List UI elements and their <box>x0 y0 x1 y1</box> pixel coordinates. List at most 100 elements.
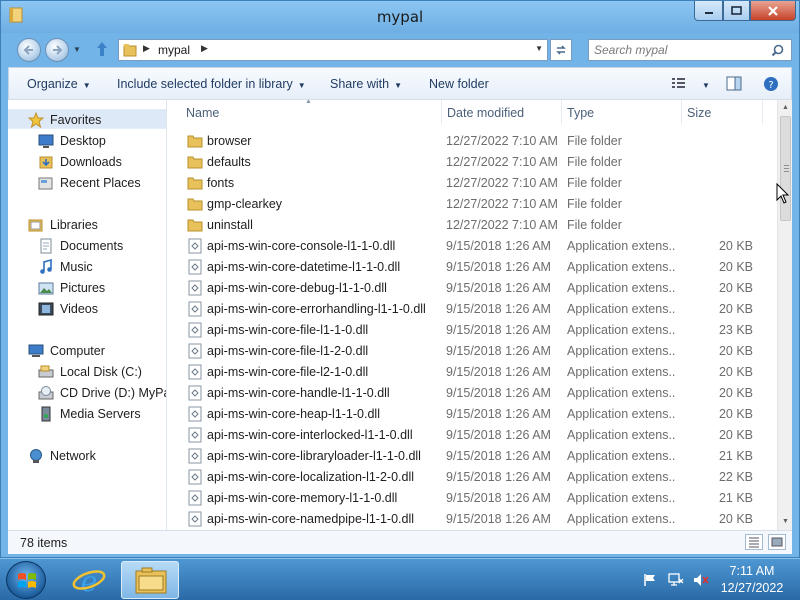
recent-pages-dropdown-icon[interactable]: ▼ <box>73 45 81 54</box>
scroll-up-icon[interactable]: ▲ <box>779 101 792 115</box>
dll-file-icon <box>187 259 203 275</box>
scroll-down-icon[interactable]: ▼ <box>779 515 792 529</box>
file-row[interactable]: fonts 12/27/2022 7:10 AM File folder <box>168 173 777 194</box>
file-row[interactable]: api-ms-win-core-localization-l1-2-0.dll … <box>168 467 777 488</box>
chevron-down-icon[interactable]: ▼ <box>535 44 543 53</box>
speaker-muted-icon[interactable] <box>693 573 709 590</box>
file-size: 20 KB <box>718 428 753 442</box>
file-name: browser <box>207 134 252 148</box>
nav-cd-drive[interactable]: CD Drive (D:) MyPal <box>8 383 167 403</box>
recent-places-icon <box>38 175 54 191</box>
action-center-flag-icon[interactable] <box>643 573 657 590</box>
file-date: 9/15/2018 1:26 AM <box>446 281 551 295</box>
nav-recent-places[interactable]: Recent Places <box>8 173 166 193</box>
nav-label: CD Drive (D:) MyPal <box>60 386 167 400</box>
explorer-window: mypal ▼ ▶ mypal ▶ ▼ Search mypal Organiz… <box>0 0 800 558</box>
address-path[interactable]: mypal <box>158 43 190 57</box>
file-date: 9/15/2018 1:26 AM <box>446 344 551 358</box>
file-row[interactable]: api-ms-win-core-memory-l1-1-0.dll 9/15/2… <box>168 488 777 509</box>
maximize-button[interactable] <box>723 1 750 21</box>
file-row[interactable]: api-ms-win-core-datetime-l1-1-0.dll 9/15… <box>168 257 777 278</box>
column-size[interactable]: Size <box>687 106 711 120</box>
include-in-library-button[interactable]: Include selected folder in library ▼ <box>117 77 306 91</box>
nav-pictures[interactable]: Pictures <box>8 278 166 298</box>
network-status-icon[interactable] <box>668 573 684 590</box>
file-row[interactable]: api-ms-win-core-namedpipe-l1-1-0.dll 9/1… <box>168 509 777 530</box>
view-options-dropdown[interactable]: ▼ <box>697 77 710 91</box>
chevron-right-icon[interactable]: ▶ <box>201 43 208 54</box>
vertical-scrollbar[interactable]: ▲ ▼ <box>777 100 792 530</box>
file-list[interactable]: ▲ Name Date modified Type Size browser 1… <box>168 100 777 530</box>
column-divider[interactable] <box>441 100 442 124</box>
details-view-toggle-icon[interactable] <box>745 534 763 550</box>
file-size: 23 KB <box>718 323 753 337</box>
scrollbar-thumb[interactable] <box>780 116 791 221</box>
column-date-modified[interactable]: Date modified <box>447 106 524 120</box>
search-input[interactable] <box>594 41 764 59</box>
column-name[interactable]: Name <box>186 106 219 120</box>
file-size: 21 KB <box>718 449 753 463</box>
change-view-button[interactable] <box>671 76 687 93</box>
nav-documents[interactable]: Documents <box>8 236 166 256</box>
help-button[interactable]: ? <box>763 76 779 95</box>
nav-videos[interactable]: Videos <box>8 299 166 319</box>
file-row[interactable]: api-ms-win-core-console-l1-1-0.dll 9/15/… <box>168 236 777 257</box>
nav-network[interactable]: Network <box>8 446 166 466</box>
file-row[interactable]: api-ms-win-core-handle-l1-1-0.dll 9/15/2… <box>168 383 777 404</box>
file-row[interactable]: gmp-clearkey 12/27/2022 7:10 AM File fol… <box>168 194 777 215</box>
nav-label: Favorites <box>50 113 102 127</box>
file-row[interactable]: browser 12/27/2022 7:10 AM File folder <box>168 131 777 152</box>
chevron-down-icon: ▼ <box>297 81 306 90</box>
file-explorer-taskbar-button[interactable] <box>121 561 179 599</box>
nav-computer[interactable]: Computer <box>8 341 166 361</box>
search-box[interactable] <box>588 39 792 61</box>
minimize-button[interactable] <box>694 1 723 21</box>
nav-media-servers[interactable]: Media Servers <box>8 404 166 424</box>
nav-favorites[interactable]: Favorites <box>8 109 166 129</box>
search-icon[interactable] <box>771 44 784 60</box>
organize-button[interactable]: Organize ▼ <box>27 77 91 91</box>
nav-music[interactable]: Music <box>8 257 166 277</box>
file-row[interactable]: api-ms-win-core-heap-l1-1-0.dll 9/15/201… <box>168 404 777 425</box>
file-row[interactable]: api-ms-win-core-file-l1-1-0.dll 9/15/201… <box>168 320 777 341</box>
nav-libraries[interactable]: Libraries <box>8 215 166 235</box>
column-type[interactable]: Type <box>567 106 594 120</box>
nav-downloads[interactable]: Downloads <box>8 152 166 172</box>
nav-desktop[interactable]: Desktop <box>8 131 166 151</box>
share-with-button[interactable]: Share with ▼ <box>330 77 402 91</box>
nav-label: Libraries <box>50 218 98 232</box>
up-arrow-icon[interactable] <box>95 40 109 61</box>
start-button[interactable] <box>6 561 46 599</box>
close-button[interactable] <box>750 1 796 21</box>
internet-explorer-taskbar-button[interactable]: e <box>60 561 118 599</box>
file-row[interactable]: api-ms-win-core-file-l2-1-0.dll 9/15/201… <box>168 362 777 383</box>
nav-local-disk[interactable]: Local Disk (C:) <box>8 362 166 382</box>
new-folder-button[interactable]: New folder <box>429 77 489 91</box>
file-row[interactable]: api-ms-win-core-libraryloader-l1-1-0.dll… <box>168 446 777 467</box>
file-row[interactable]: api-ms-win-core-debug-l1-1-0.dll 9/15/20… <box>168 278 777 299</box>
title-bar[interactable]: mypal <box>1 1 799 33</box>
folder-icon <box>187 154 203 170</box>
column-divider[interactable] <box>681 100 682 124</box>
file-row[interactable]: api-ms-win-core-errorhandling-l1-1-0.dll… <box>168 299 777 320</box>
file-row[interactable]: defaults 12/27/2022 7:10 AM File folder <box>168 152 777 173</box>
star-icon <box>27 111 45 129</box>
large-icons-toggle-icon[interactable] <box>768 534 786 550</box>
column-divider[interactable] <box>762 100 763 124</box>
refresh-button[interactable] <box>550 39 572 61</box>
forward-button[interactable] <box>45 38 69 62</box>
navigation-pane[interactable]: Favorites Desktop Downloads Recent Place… <box>8 100 167 530</box>
file-name: api-ms-win-core-file-l1-2-0.dll <box>207 344 369 358</box>
address-bar[interactable]: ▶ mypal ▶ ▼ <box>118 39 548 61</box>
dll-file-icon <box>187 448 203 464</box>
back-button[interactable] <box>17 38 41 62</box>
chevron-right-icon[interactable]: ▶ <box>143 43 150 54</box>
preview-pane-button[interactable] <box>726 76 742 94</box>
svg-text:?: ? <box>768 80 773 91</box>
file-row[interactable]: uninstall 12/27/2022 7:10 AM File folder <box>168 215 777 236</box>
system-clock[interactable]: 7:11 AM 12/27/2022 <box>716 563 788 597</box>
file-row[interactable]: api-ms-win-core-interlocked-l1-1-0.dll 9… <box>168 425 777 446</box>
file-row[interactable]: api-ms-win-core-file-l1-2-0.dll 9/15/201… <box>168 341 777 362</box>
file-date: 12/27/2022 7:10 AM <box>446 176 558 190</box>
column-divider[interactable] <box>561 100 562 124</box>
